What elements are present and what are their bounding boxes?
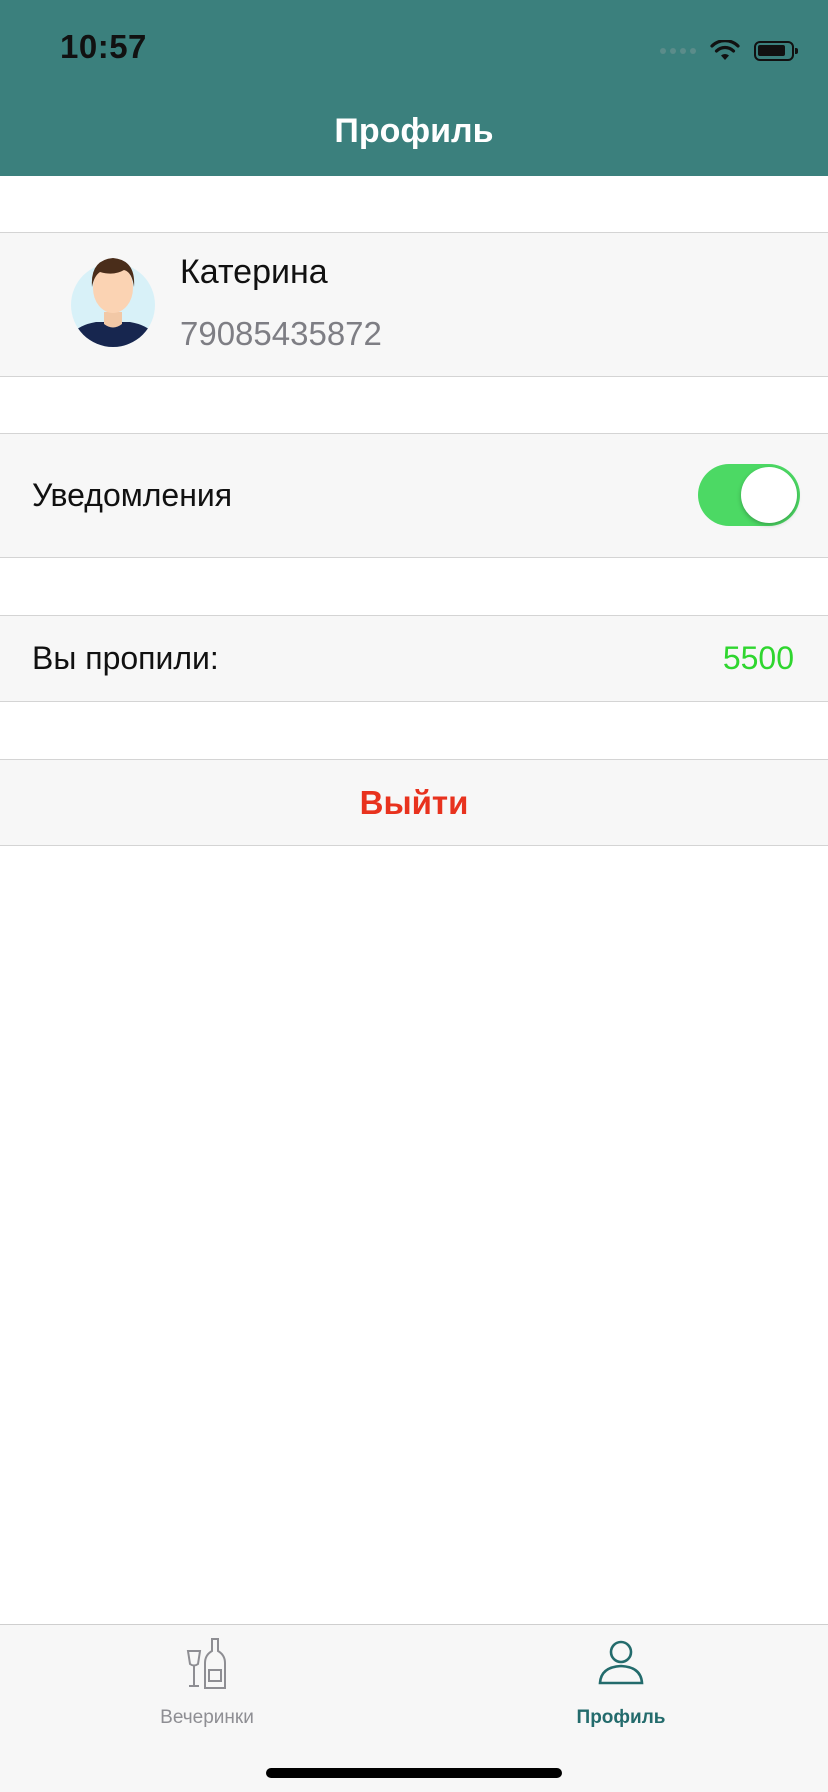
navigation-bar: 10:57 Профиль [0,0,828,176]
avatar [71,258,155,347]
profile-cell[interactable]: Катерина 79085435872 [0,232,828,377]
status-icons [660,36,798,66]
drinks-label: Вы пропили: [32,640,219,676]
battery-icon [754,41,798,61]
notifications-cell: Уведомления [0,433,828,558]
tab-parties[interactable]: Вечеринки [0,1625,414,1735]
user-phone: 79085435872 [180,315,382,352]
notifications-label: Уведомления [32,477,233,513]
logout-label: Выйти [359,784,469,821]
drinks-cell: Вы пропили: 5500 [0,615,828,702]
wifi-icon [710,40,740,60]
tab-profile-label: Профиль [576,1707,666,1728]
drinks-value: 5500 [722,640,794,676]
home-indicator [266,1768,562,1778]
page-title: Профиль [334,112,494,150]
status-time: 10:57 [60,28,147,65]
toggle-knob [741,467,797,523]
logout-button[interactable]: Выйти [0,759,828,846]
tab-parties-label: Вечеринки [160,1707,254,1728]
tab-profile[interactable]: Профиль [414,1625,828,1735]
notifications-toggle[interactable] [698,464,800,526]
cellular-signal-icon [660,48,696,54]
user-name: Катерина [180,253,328,291]
bottles-icon [186,1638,226,1689]
person-icon [598,1640,644,1685]
tab-bar: Вечеринки Профиль [0,1624,828,1792]
